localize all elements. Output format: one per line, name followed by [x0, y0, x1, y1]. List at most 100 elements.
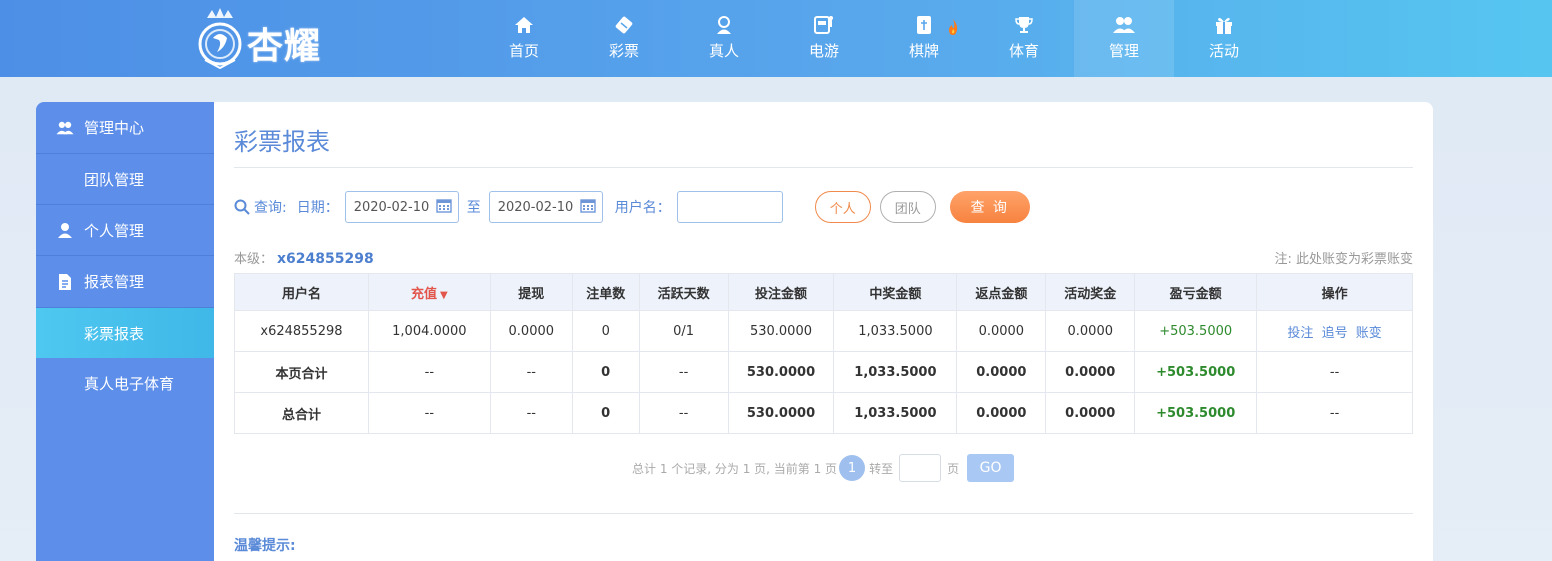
sidebar-item-label: 个人管理 — [84, 221, 145, 240]
users-icon — [1112, 14, 1136, 36]
table-cell: 0.0000 — [956, 310, 1047, 352]
divider — [234, 167, 1413, 168]
nav-label: 活动 — [1208, 42, 1239, 60]
search-icon — [234, 199, 250, 215]
user-icon — [56, 221, 74, 239]
column-header: 返点金额 — [956, 273, 1047, 311]
table-row-page-total: 本页合计 -- -- 0 -- 530.0000 1,033.5000 0.00… — [234, 351, 1413, 393]
jump-page-input[interactable] — [899, 454, 942, 482]
date-from-value: 2020-02-10 — [353, 199, 430, 215]
table-cell: 0.0000 — [1045, 351, 1136, 393]
username-input[interactable] — [676, 191, 783, 223]
nav-label: 棋牌 — [908, 42, 939, 60]
brand-name: 杏耀 — [247, 26, 322, 67]
nav-item-events[interactable]: 活动 — [1174, 0, 1274, 77]
team-toggle-button[interactable]: 团队 — [879, 191, 936, 223]
calendar-icon — [436, 197, 452, 217]
table-cell: 1,004.0000 — [367, 310, 491, 352]
date-label: 日期： — [296, 200, 339, 216]
table-cell: 本页合计 — [234, 351, 369, 393]
crest-icon — [195, 8, 245, 70]
table-cell: -- — [489, 392, 573, 434]
column-header: 提现 — [489, 273, 573, 311]
table-cell: x624855298 — [234, 310, 369, 352]
table-cell: 1,033.5000 — [833, 351, 958, 393]
query-bar: 查询: 日期： 2020-02-10 至 2020-02-10 用户名： 个人 … — [234, 190, 1030, 224]
tips-title: 温馨提示: — [234, 538, 296, 554]
nav-label: 彩票 — [608, 42, 639, 60]
column-header: 注单数 — [571, 273, 640, 311]
nav-item-manage[interactable]: 管理 — [1074, 0, 1174, 77]
report-table: 用户名 充值 ▼ 提现 注单数 活跃天数 投注金额 中奖金额 返点金额 活动奖金 … — [234, 273, 1413, 434]
level-user[interactable]: x624855298 — [277, 251, 374, 267]
table-cell: 0/1 — [638, 310, 729, 352]
table-cell: 0 — [571, 351, 640, 393]
sidebar-item-personal-management[interactable]: 个人管理 — [36, 204, 214, 256]
table-cell: 0.0000 — [956, 392, 1047, 434]
date-range-separator: 至 — [466, 200, 481, 216]
table-cell: 530.0000 — [727, 310, 835, 352]
table-cell: 0.0000 — [1045, 310, 1136, 352]
table-cell: 0 — [571, 392, 640, 434]
table-row: x624855298 1,004.0000 0.0000 0 0/1 530.0… — [234, 310, 1413, 352]
pagination-summary: 总计 1 个记录, 分为 1 页, 当前第 1 页 — [632, 461, 838, 476]
query-label: 查询: — [234, 197, 287, 217]
level-label: 本级： — [234, 252, 274, 267]
sidebar-item-lottery-report[interactable]: 彩票报表 — [36, 308, 214, 358]
nav-item-live[interactable]: 真人 — [674, 0, 774, 77]
sort-down-icon: ▼ — [440, 289, 448, 301]
column-header-label: 充值 — [411, 286, 438, 302]
table-cell-profit: +503.5000 — [1134, 392, 1258, 434]
column-header: 中奖金额 — [833, 273, 958, 311]
page-title: 彩票报表 — [234, 128, 330, 156]
table-cell: -- — [367, 351, 491, 393]
nav-label: 体育 — [1008, 42, 1039, 60]
nav-item-sports[interactable]: 体育 — [974, 0, 1074, 77]
table-cell-profit: +503.5000 — [1134, 310, 1258, 352]
sidebar-item-live-esports[interactable]: 真人电子体育 — [36, 358, 214, 408]
nav-label: 电游 — [808, 42, 839, 60]
page-number-current[interactable]: 1 — [839, 455, 866, 481]
brand-logo[interactable]: 杏耀 — [195, 6, 345, 72]
nav-item-cards[interactable]: 棋牌 — [874, 0, 974, 77]
trophy-icon — [1012, 14, 1036, 36]
table-cell: 0.0000 — [1045, 392, 1136, 434]
query-text: 查询: — [254, 200, 287, 216]
column-header: 操作 — [1256, 273, 1413, 311]
nav-item-home[interactable]: 首页 — [474, 0, 574, 77]
column-header: 活动奖金 — [1045, 273, 1136, 311]
go-button[interactable]: GO — [967, 454, 1015, 482]
date-to-field[interactable]: 2020-02-10 — [488, 191, 603, 223]
home-icon — [512, 14, 536, 36]
sidebar-item-label: 管理中心 — [84, 119, 145, 137]
date-from-field[interactable]: 2020-02-10 — [344, 191, 459, 223]
table-cell-actions: 投注 追号 账变 — [1256, 310, 1413, 352]
bet-link[interactable]: 投注 — [1287, 326, 1313, 341]
page-unit-label: 页 — [947, 461, 960, 476]
hot-flame-icon — [946, 18, 960, 40]
table-cell: -- — [638, 351, 729, 393]
nav-item-lottery[interactable]: 彩票 — [574, 0, 674, 77]
column-header-sortable[interactable]: 充值 ▼ — [367, 273, 491, 311]
table-cell: 0.0000 — [956, 351, 1047, 393]
table-cell: 0.0000 — [489, 310, 573, 352]
personal-toggle-button[interactable]: 个人 — [814, 191, 871, 223]
pagination: 总计 1 个记录, 分为 1 页, 当前第 1 页 1 转至 页 GO — [632, 454, 1015, 482]
username-label: 用户名： — [614, 200, 671, 216]
column-header: 盈亏金额 — [1134, 273, 1258, 311]
column-header: 投注金额 — [727, 273, 835, 311]
sidebar-item-team-management[interactable]: 团队管理 — [36, 154, 214, 204]
account-change-link[interactable]: 账变 — [1356, 326, 1382, 341]
table-row-grand-total: 总合计 -- -- 0 -- 530.0000 1,033.5000 0.000… — [234, 392, 1413, 434]
slot-machine-icon — [812, 14, 836, 36]
chase-link[interactable]: 追号 — [1322, 326, 1348, 341]
nav-item-slots[interactable]: 电游 — [774, 0, 874, 77]
table-cell: -- — [489, 351, 573, 393]
search-button[interactable]: 查 询 — [949, 191, 1030, 223]
person-icon — [712, 14, 736, 36]
table-cell: 530.0000 — [727, 351, 835, 393]
sidebar-item-management-center[interactable]: 管理中心 — [36, 102, 214, 154]
table-header-row: 用户名 充值 ▼ 提现 注单数 活跃天数 投注金额 中奖金额 返点金额 活动奖金 … — [234, 273, 1413, 311]
sidebar-item-report-management[interactable]: 报表管理 — [36, 256, 214, 308]
content-panel: 彩票报表 查询: 日期： 2020-02-10 至 2020-02-10 用户名… — [214, 102, 1433, 561]
